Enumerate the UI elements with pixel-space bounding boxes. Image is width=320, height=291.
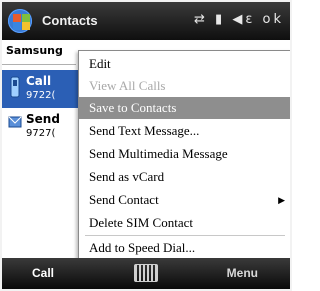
left-softkey[interactable]: Call bbox=[32, 266, 54, 280]
contact-number: 9727( bbox=[26, 128, 56, 139]
context-menu: Edit View All Calls Save to Contacts Sen… bbox=[78, 50, 290, 262]
menu-separator bbox=[85, 235, 285, 236]
group-header: Samsung bbox=[2, 44, 76, 65]
right-softkey[interactable]: Menu bbox=[227, 266, 258, 280]
submenu-arrow-icon: ▶ bbox=[278, 195, 285, 205]
ok-button[interactable]: ok bbox=[263, 12, 284, 27]
menu-item-label: Send Contact bbox=[89, 192, 159, 207]
menu-item-send-multimedia-message[interactable]: Send Multimedia Message bbox=[79, 143, 290, 165]
contact-number: 9722( bbox=[26, 90, 56, 101]
app-title: Contacts bbox=[42, 13, 98, 28]
device-frame: Contacts ⇄ ▮ ◀ε ok Samsung Call 9722(Se… bbox=[0, 0, 292, 291]
contact-name: Send bbox=[26, 112, 60, 126]
screen: Contacts ⇄ ▮ ◀ε ok Samsung Call 9722(Se… bbox=[2, 2, 290, 289]
connectivity-icon[interactable]: ⇄ bbox=[194, 12, 208, 27]
list-item[interactable]: Send 9727( bbox=[2, 108, 82, 146]
signal-icon[interactable]: ▮ bbox=[215, 12, 225, 27]
menu-item-add-to-speed-dial[interactable]: Add to Speed Dial... bbox=[79, 237, 290, 259]
menu-item-edit[interactable]: Edit bbox=[79, 53, 290, 75]
menu-item-send-contact[interactable]: Send Contact ▶ bbox=[79, 189, 290, 211]
menu-item-view-all-calls: View All Calls bbox=[89, 78, 166, 93]
menu-item-send-text-message[interactable]: Send Text Message... bbox=[79, 120, 290, 142]
list-item[interactable]: Call 9722( bbox=[2, 70, 82, 108]
menu-item-delete-sim-contact[interactable]: Delete SIM Contact bbox=[79, 212, 290, 234]
volume-icon[interactable]: ◀ε bbox=[232, 12, 255, 27]
status-icons: ⇄ ▮ ◀ε ok bbox=[194, 12, 284, 27]
windows-start-icon[interactable] bbox=[8, 9, 32, 33]
keyboard-icon[interactable] bbox=[134, 264, 158, 282]
menu-item-save-to-contacts[interactable]: Save to Contacts bbox=[79, 97, 290, 119]
call-log-icon bbox=[10, 76, 20, 98]
message-icon bbox=[8, 116, 22, 128]
title-bar: Contacts ⇄ ▮ ◀ε ok bbox=[2, 2, 290, 40]
soft-key-bar: Call Menu bbox=[2, 258, 290, 289]
menu-item-send-as-vcard[interactable]: Send as vCard bbox=[79, 166, 290, 188]
contact-name: Call bbox=[26, 74, 52, 88]
